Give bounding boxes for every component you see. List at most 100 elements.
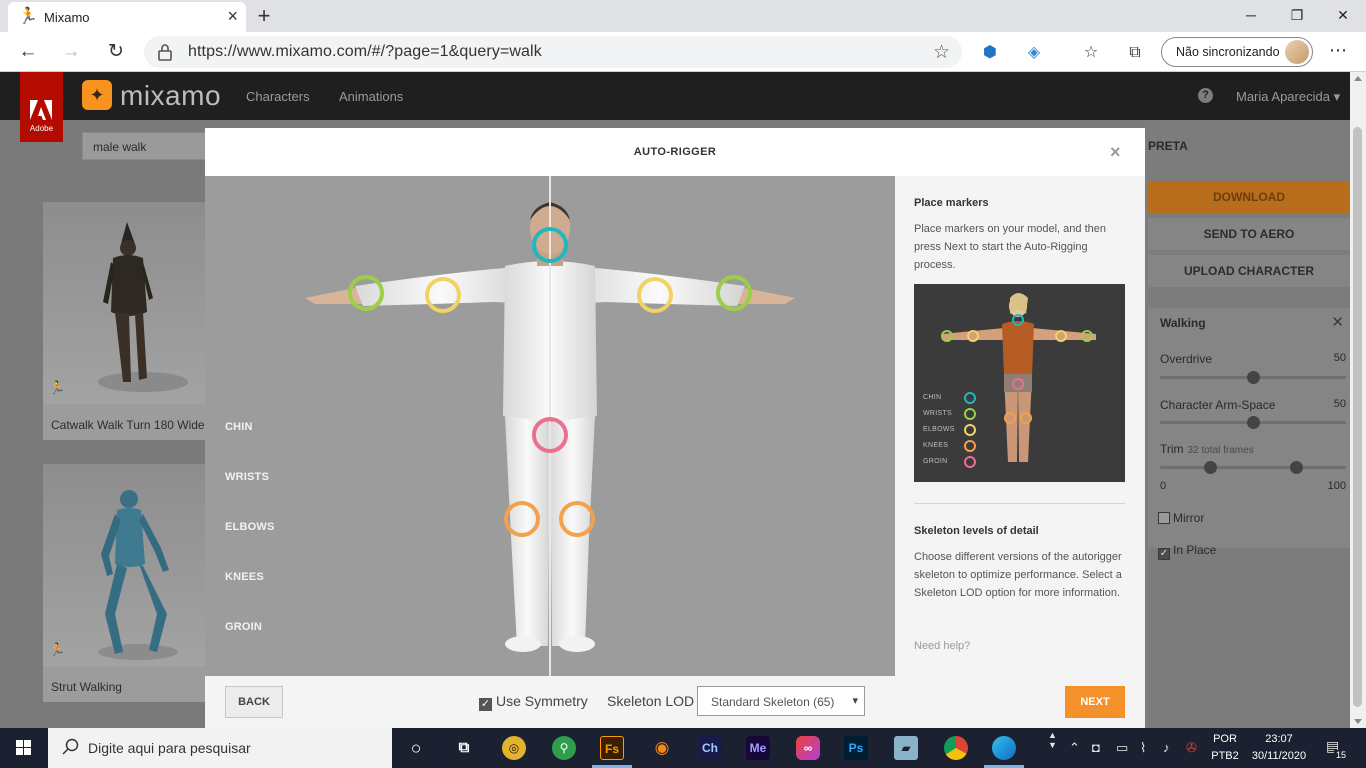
trim-max: 100 — [1327, 480, 1346, 492]
preview-marker-icon — [967, 330, 979, 342]
overdrive-slider[interactable] — [1160, 371, 1346, 384]
url-field[interactable]: https://www.mixamo.com/#/?page=1&query=w… — [144, 36, 962, 68]
close-icon[interactable]: ✕ — [1331, 313, 1344, 331]
wrist-left-marker[interactable] — [348, 275, 384, 311]
app-me-icon[interactable]: Me — [746, 736, 770, 760]
app-fs-icon[interactable]: Fs — [600, 736, 624, 760]
more-options-icon[interactable]: ⋯ — [1326, 40, 1350, 61]
page-scrollbar[interactable] — [1350, 72, 1366, 728]
window-close-button[interactable]: ✕ — [1320, 0, 1366, 32]
new-tab-button[interactable]: + — [254, 3, 274, 29]
mirror-checkbox[interactable]: Mirror — [1158, 511, 1204, 525]
battery-icon[interactable]: ▭ — [1116, 740, 1128, 756]
adobe-badge[interactable]: Adobe — [20, 72, 63, 142]
chin-marker[interactable] — [532, 227, 568, 263]
legend-ring-icon — [964, 456, 976, 468]
clock-time[interactable]: 23:07 — [1246, 733, 1312, 745]
app-maps-icon[interactable]: ⚲ — [552, 736, 576, 760]
in-place-checkbox[interactable]: ✓ In Place — [1158, 543, 1216, 560]
forward-arrow-icon[interactable]: → — [58, 39, 84, 65]
taskbar-scroll-icon[interactable]: ▲ ▼ — [1048, 730, 1057, 750]
trim-slider[interactable] — [1160, 461, 1346, 474]
help-icon[interactable]: ? — [1198, 88, 1213, 103]
address-bar-row: ← → ↻ https://www.mixamo.com/#/?page=1&q… — [0, 32, 1366, 72]
slider-thumb[interactable] — [1247, 416, 1260, 429]
need-help-link[interactable]: Need help? — [914, 640, 970, 652]
app-ps-icon[interactable]: Ps — [844, 736, 868, 760]
creative-cloud-icon[interactable]: ∞ — [796, 736, 820, 760]
app-ch-icon[interactable]: Ch — [698, 736, 722, 760]
tab-close-icon[interactable]: × — [227, 7, 238, 25]
slider-thumb[interactable] — [1247, 371, 1260, 384]
scroll-down-icon[interactable] — [1354, 719, 1362, 724]
wrist-right-marker[interactable] — [716, 275, 752, 311]
extension-diamond-icon[interactable]: ◈ — [1024, 43, 1044, 63]
back-arrow-icon[interactable]: ← — [15, 39, 41, 65]
mixamo-logo-icon[interactable]: ✦ — [82, 80, 112, 110]
download-button[interactable]: DOWNLOAD — [1148, 181, 1350, 213]
taskbar-search-input[interactable]: Digite aqui para pesquisar — [48, 728, 392, 768]
knee-right-marker[interactable] — [559, 501, 595, 537]
start-button[interactable] — [0, 728, 48, 768]
elbow-left-marker[interactable] — [425, 277, 461, 313]
next-button[interactable]: NEXT — [1065, 686, 1125, 718]
edge-icon[interactable] — [992, 736, 1016, 760]
knees-label: KNEES — [225, 571, 264, 583]
profile-button[interactable]: Não sincronizando — [1161, 37, 1313, 67]
minimize-button[interactable]: ─ — [1228, 0, 1274, 32]
modal-close-icon[interactable]: × — [1110, 142, 1121, 163]
in-place-label: In Place — [1173, 543, 1217, 557]
camera-icon[interactable]: ◘ — [1092, 740, 1100, 755]
task-view-icon[interactable]: ⧉ — [452, 736, 476, 760]
use-symmetry-checkbox[interactable]: ✓ Use Symmetry — [479, 693, 588, 711]
use-symmetry-label: Use Symmetry — [496, 693, 588, 709]
adobe-text: Adobe — [29, 124, 54, 133]
collections-icon[interactable]: ⧉ — [1125, 43, 1145, 63]
send-to-aero-button[interactable]: SEND TO AERO — [1148, 218, 1350, 250]
legend-ring-icon — [964, 424, 976, 436]
trim-end-thumb[interactable] — [1289, 461, 1303, 474]
user-menu[interactable]: Maria Aparecida ▾ — [1236, 89, 1340, 105]
knee-left-marker[interactable] — [504, 501, 540, 537]
animation-card[interactable]: 🏃 Strut Walking — [43, 464, 208, 702]
restore-button[interactable]: ❐ — [1274, 0, 1320, 32]
clock-date[interactable]: 30/11/2020 — [1246, 750, 1312, 762]
rig-viewport[interactable]: CHIN WRISTS ELBOWS KNEES GROIN — [205, 176, 895, 676]
upload-character-button[interactable]: UPLOAD CHARACTER — [1148, 255, 1350, 287]
nav-animations[interactable]: Animations — [339, 89, 403, 104]
back-button[interactable]: BACK — [225, 686, 283, 718]
character-title: PRETA — [1148, 139, 1188, 153]
favorite-star-icon[interactable]: ☆ — [933, 41, 950, 64]
skeleton-lod-select[interactable]: Standard Skeleton (65) ▾ — [697, 686, 865, 716]
app-tray-icon[interactable]: ✇ — [1186, 740, 1197, 756]
chrome-icon[interactable] — [944, 736, 968, 760]
app-notes-icon[interactable]: ▰ — [894, 736, 918, 760]
nav-characters[interactable]: Characters — [246, 89, 310, 104]
search-input[interactable]: male walk — [82, 132, 212, 160]
arm-space-slider[interactable] — [1160, 416, 1346, 429]
language-code[interactable]: POR — [1208, 733, 1242, 745]
keyboard-layout[interactable]: PTB2 — [1208, 750, 1242, 762]
show-hidden-icons-icon[interactable]: ⌃ — [1069, 740, 1080, 756]
volume-icon[interactable]: ♪ — [1163, 740, 1170, 755]
divider — [914, 503, 1125, 504]
trim-min: 0 — [1160, 480, 1167, 492]
app-yellow-icon[interactable]: ◎ — [502, 736, 526, 760]
skeleton-lod-body: Choose different versions of the autorig… — [914, 551, 1122, 599]
cortana-icon[interactable]: ○ — [404, 736, 428, 760]
mixamo-logo-text[interactable]: mixamo — [120, 80, 221, 112]
animation-card[interactable]: 🏃 Catwalk Walk Turn 180 Wide — [43, 202, 208, 440]
chin-label: CHIN — [225, 421, 253, 433]
refresh-icon[interactable]: ↻ — [103, 39, 129, 65]
blender-icon[interactable]: ◉ — [650, 736, 674, 760]
scroll-up-icon[interactable] — [1354, 76, 1362, 81]
network-icon[interactable]: ⌇ — [1140, 740, 1146, 756]
browser-tab[interactable]: 🏃 Mixamo × — [8, 2, 246, 32]
notification-count: 15 — [1334, 750, 1348, 760]
scroll-thumb[interactable] — [1353, 127, 1362, 707]
trim-start-thumb[interactable] — [1204, 461, 1218, 474]
elbow-right-marker[interactable] — [637, 277, 673, 313]
favorites-list-icon[interactable]: ☆ — [1081, 43, 1101, 63]
extension-shield-icon[interactable]: ⬢ — [980, 43, 1000, 63]
groin-marker[interactable] — [532, 417, 568, 453]
